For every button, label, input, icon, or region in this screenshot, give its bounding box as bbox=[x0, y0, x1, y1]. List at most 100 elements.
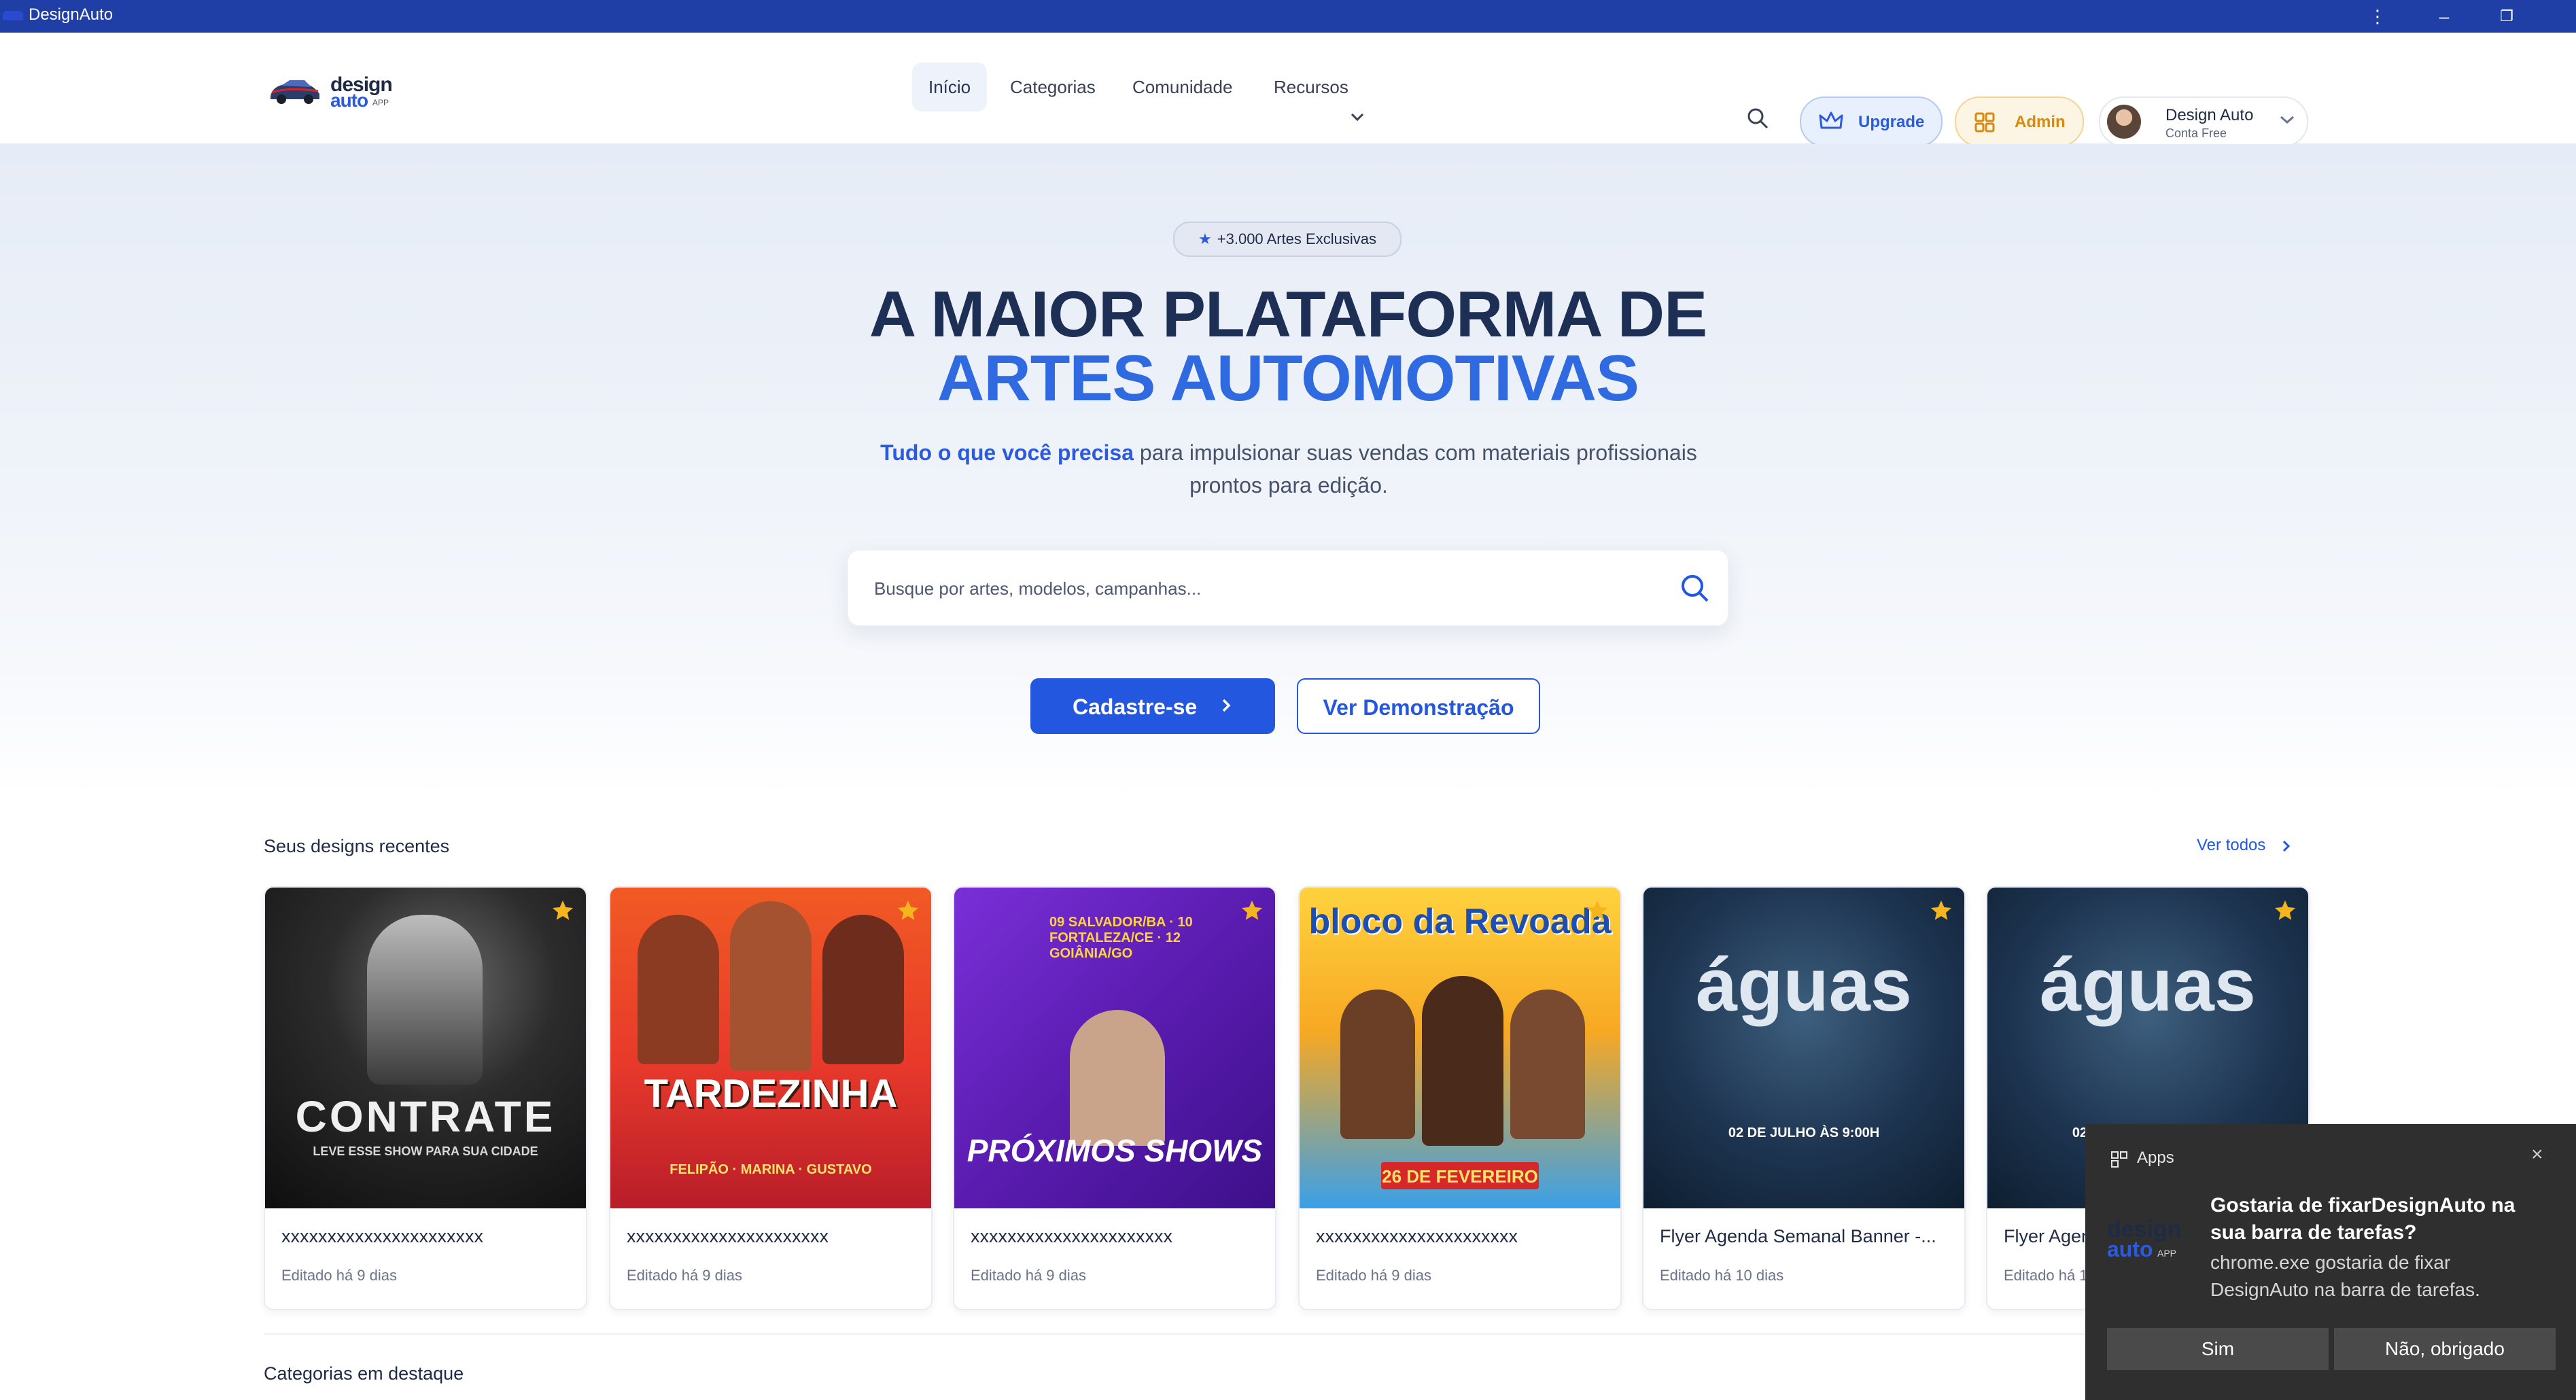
art-headline: águas bbox=[1696, 943, 1912, 1027]
see-all-link[interactable]: Ver todos bbox=[2197, 836, 2291, 855]
search-input[interactable] bbox=[873, 571, 1637, 606]
close-icon[interactable]: × bbox=[2531, 1143, 2543, 1166]
art-subtext: 09 SALVADOR/BA · 10 FORTALEZA/CE · 12 GO… bbox=[1049, 915, 1193, 961]
more-options-icon[interactable]: ⋮ bbox=[2363, 4, 2392, 29]
chevron-right-icon bbox=[2282, 840, 2291, 852]
design-card-title: xxxxxxxxxxxxxxxxxxxxxx bbox=[281, 1226, 483, 1246]
upgrade-button[interactable]: Upgrade bbox=[1800, 97, 1943, 147]
toast-body: chrome.exe gostaria de fixar DesignAuto … bbox=[2210, 1252, 2480, 1300]
design-thumbnail: 09 SALVADOR/BA · 10 FORTALEZA/CE · 12 GO… bbox=[954, 888, 1275, 1208]
chevron-down-icon bbox=[1351, 113, 1364, 122]
art-subtext: 26 DE FEVEREIRO bbox=[1382, 1166, 1538, 1187]
minimize-button[interactable]: – bbox=[2429, 4, 2459, 29]
favorite-star-icon[interactable] bbox=[1929, 898, 1953, 923]
favorite-star-icon[interactable] bbox=[1585, 898, 1609, 923]
nav-recursos[interactable]: Recursos bbox=[1257, 63, 1389, 111]
art-subtext: FELIPÃO · MARINA · GUSTAVO bbox=[669, 1162, 872, 1177]
design-thumbnail: águas 02 DE JULHO ÀS 9:00H bbox=[1643, 888, 1964, 1208]
site-header: design auto APP Início Categorias Comuni… bbox=[0, 33, 2576, 147]
design-card[interactable]: águas 02 DE JULHO ÀS 9:00H Flyer Agenda … bbox=[1642, 886, 1966, 1310]
recent-designs-title: Seus designs recentes bbox=[264, 836, 450, 856]
design-thumbnail: bloco da Revoada 26 DE FEVEREIRO bbox=[1300, 888, 1620, 1208]
hero-subtitle-highlight: Tudo o que você precisa bbox=[880, 440, 1134, 465]
featured-categories-title: Categorias em destaque bbox=[264, 1363, 464, 1384]
logo-word-auto: auto bbox=[330, 90, 368, 111]
admin-label: Admin bbox=[2015, 113, 2066, 131]
toast-no-button[interactable]: Não, obrigado bbox=[2334, 1328, 2556, 1370]
artist-photo bbox=[730, 901, 812, 1071]
signup-label: Cadastre-se bbox=[1073, 695, 1198, 719]
design-card-date: Editado há 9 dias bbox=[1316, 1267, 1432, 1284]
app-favicon-icon bbox=[3, 11, 23, 20]
badge-text: +3.000 Artes Exclusivas bbox=[1217, 230, 1376, 247]
demo-label: Ver Demonstração bbox=[1323, 695, 1514, 720]
logo-suffix: APP bbox=[372, 98, 389, 107]
chevron-right-icon bbox=[1222, 699, 1231, 712]
chevron-down-icon bbox=[2280, 116, 2294, 124]
nav-inicio[interactable]: Início bbox=[912, 63, 988, 111]
toast-heading: Gostaria de fixarDesignAuto na sua barra… bbox=[2210, 1194, 2516, 1244]
art-headline: CONTRATE bbox=[295, 1092, 556, 1141]
exclusive-badge: ★ +3.000 Artes Exclusivas bbox=[1173, 222, 1402, 257]
artist-photo bbox=[822, 915, 904, 1064]
design-card[interactable]: 09 SALVADOR/BA · 10 FORTALEZA/CE · 12 GO… bbox=[953, 886, 1276, 1310]
demo-button[interactable]: Ver Demonstração bbox=[1297, 678, 1540, 734]
design-card-title: Flyer Agenda Semanal Banner -... bbox=[1660, 1226, 1936, 1246]
nav-recursos-label: Recursos bbox=[1274, 77, 1348, 97]
design-thumbnail: TARDEZINHA FELIPÃO · MARINA · GUSTAVO bbox=[610, 888, 931, 1208]
user-plan: Conta Free bbox=[2165, 126, 2227, 140]
crown-icon bbox=[1819, 111, 1843, 129]
artist-photo bbox=[1510, 990, 1585, 1139]
window-title: DesignAuto bbox=[29, 5, 114, 24]
design-card-date: Editado há 9 dias bbox=[281, 1267, 398, 1284]
hero-subtitle-rest: para impulsionar suas vendas com materia… bbox=[1134, 440, 1697, 497]
design-card-title: xxxxxxxxxxxxxxxxxxxxxx bbox=[627, 1226, 829, 1246]
favorite-star-icon[interactable] bbox=[2273, 898, 2297, 923]
art-subtext: 02 DE JULHO ÀS 9:00H bbox=[1728, 1125, 1880, 1140]
art-headline: TARDEZINHA bbox=[644, 1072, 898, 1116]
site-logo[interactable]: design auto APP bbox=[268, 71, 393, 111]
artist-photo bbox=[1070, 1010, 1165, 1146]
toast-logo-suffix: APP bbox=[2157, 1248, 2177, 1259]
search-icon[interactable] bbox=[1745, 106, 1770, 130]
avatar bbox=[2107, 105, 2141, 139]
hero-title-line2: ARTES AUTOMOTIVAS bbox=[937, 342, 1639, 415]
car-logo-icon bbox=[271, 80, 319, 104]
section-divider bbox=[264, 1333, 2310, 1335]
design-card-date: Editado há 9 dias bbox=[627, 1267, 743, 1284]
favorite-star-icon[interactable] bbox=[551, 898, 575, 923]
nav-comunidade[interactable]: Comunidade bbox=[1116, 63, 1249, 111]
artist-photo bbox=[367, 915, 483, 1085]
favorite-star-icon[interactable] bbox=[896, 898, 920, 923]
design-card-title: xxxxxxxxxxxxxxxxxxxxxx bbox=[971, 1226, 1172, 1246]
nav-categorias[interactable]: Categorias bbox=[994, 63, 1112, 111]
artist-photo bbox=[1422, 976, 1503, 1146]
toast-logo-word-auto: auto bbox=[2107, 1237, 2153, 1261]
art-headline: águas bbox=[2040, 943, 2256, 1027]
toast-app-logo: design auto APP bbox=[2107, 1217, 2189, 1271]
dashboard-grid-icon bbox=[1974, 112, 1995, 133]
user-menu[interactable]: Design Auto Conta Free bbox=[2099, 97, 2308, 147]
design-card-date: Editado há 9 dias bbox=[971, 1267, 1087, 1284]
design-card[interactable]: bloco da Revoada 26 DE FEVEREIRO xxxxxxx… bbox=[1298, 886, 1622, 1310]
design-card-date: Editado há 10 dias bbox=[1660, 1267, 1784, 1284]
toast-app-label: Apps bbox=[2137, 1149, 2174, 1167]
pin-taskbar-toast: Apps × design auto APP Gostaria de fixar… bbox=[2085, 1124, 2576, 1400]
art-subtext: LEVE ESSE SHOW PARA SUA CIDADE bbox=[313, 1144, 538, 1158]
toast-yes-button[interactable]: Sim bbox=[2107, 1328, 2329, 1370]
design-thumbnail: CONTRATE LEVE ESSE SHOW PARA SUA CIDADE bbox=[265, 888, 586, 1208]
design-card[interactable]: CONTRATE LEVE ESSE SHOW PARA SUA CIDADE … bbox=[264, 886, 587, 1310]
artist-photo bbox=[638, 915, 719, 1064]
window-titlebar: DesignAuto ⋮ – ❐ bbox=[0, 0, 2576, 33]
upgrade-label: Upgrade bbox=[1858, 113, 1925, 131]
see-all-label: Ver todos bbox=[2197, 836, 2266, 854]
signup-button[interactable]: Cadastre-se bbox=[1030, 678, 1275, 734]
admin-button[interactable]: Admin bbox=[1955, 97, 2084, 147]
artist-photo bbox=[1340, 990, 1415, 1139]
favorite-star-icon[interactable] bbox=[1240, 898, 1264, 923]
hero-subtitle: Tudo o que você precisa para impulsionar… bbox=[854, 436, 1724, 502]
design-card-title: xxxxxxxxxxxxxxxxxxxxxx bbox=[1316, 1226, 1518, 1246]
search-icon[interactable] bbox=[1679, 572, 1710, 603]
restore-button[interactable]: ❐ bbox=[2492, 4, 2522, 29]
design-card[interactable]: TARDEZINHA FELIPÃO · MARINA · GUSTAVO xx… bbox=[609, 886, 933, 1310]
